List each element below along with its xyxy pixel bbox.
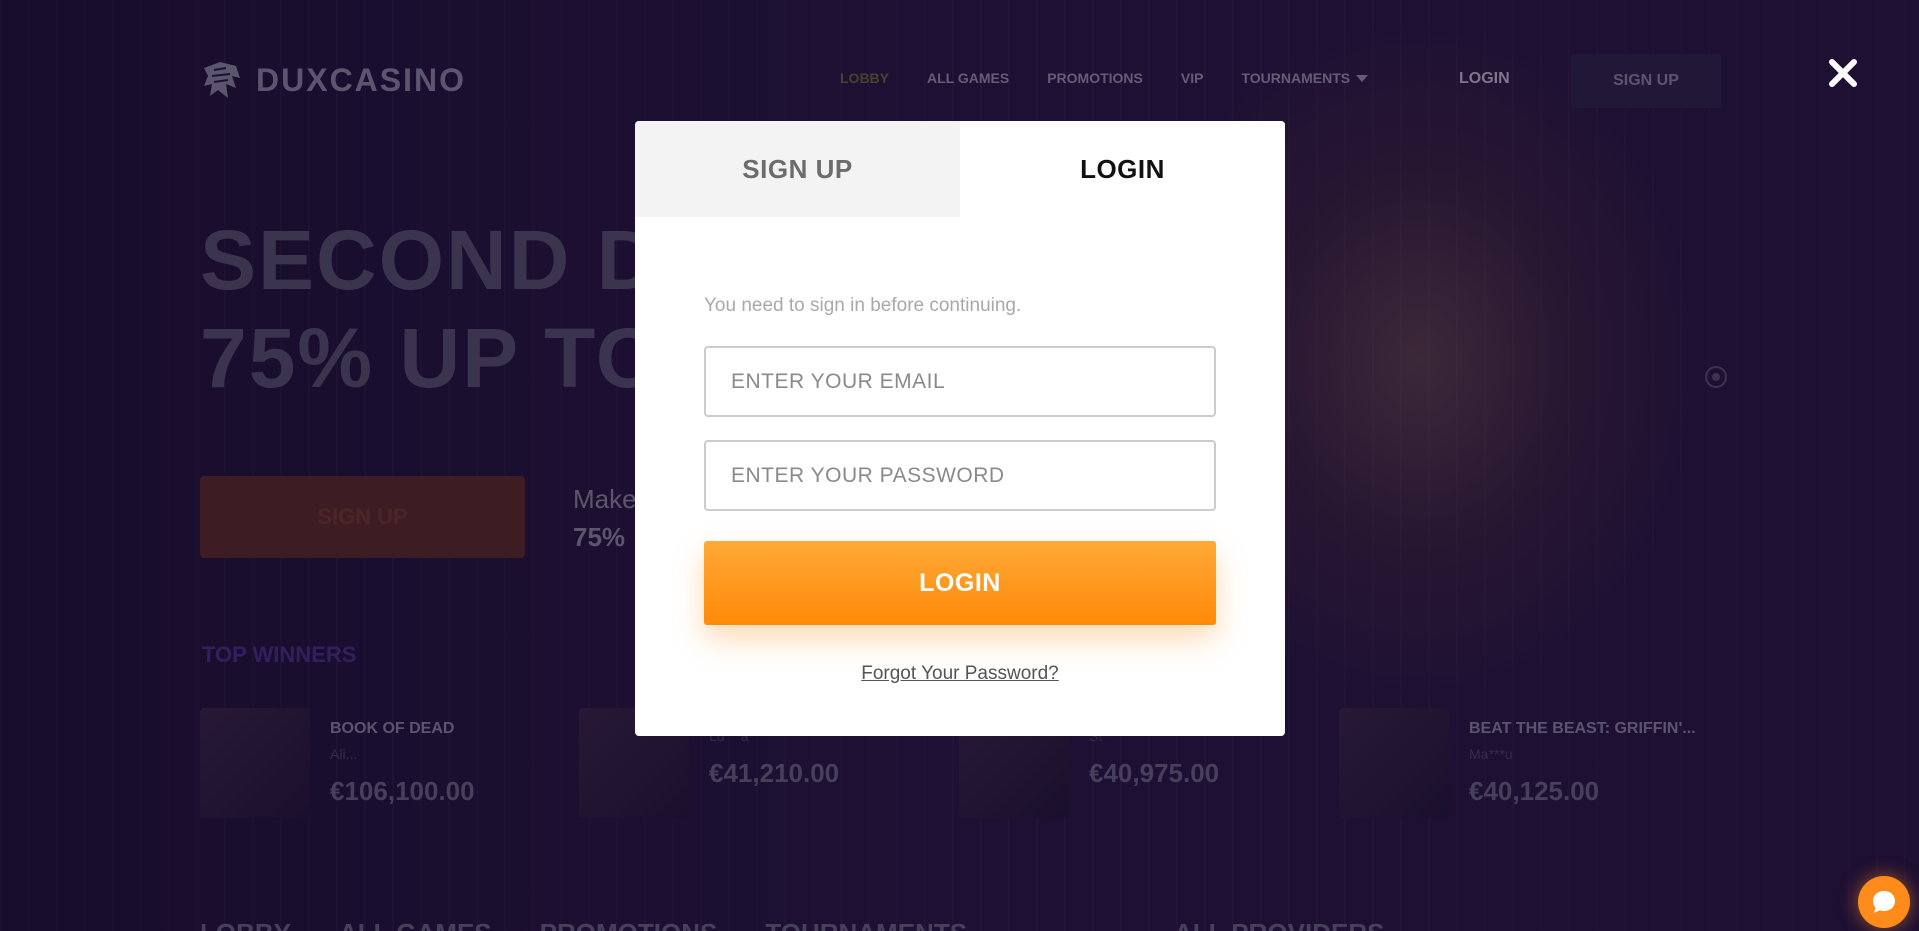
forgot-password-link[interactable]: Forgot Your Password? <box>635 663 1285 685</box>
email-field[interactable] <box>704 346 1216 417</box>
password-field[interactable] <box>704 440 1216 511</box>
close-icon[interactable] <box>1826 56 1860 90</box>
login-modal: SIGN UP LOGIN You need to sign in before… <box>635 121 1285 736</box>
tab-login[interactable]: LOGIN <box>960 121 1285 217</box>
modal-tabs: SIGN UP LOGIN <box>635 121 1285 217</box>
chat-icon <box>1873 891 1895 913</box>
signin-notice: You need to sign in before continuing. <box>704 295 1022 316</box>
tab-signup[interactable]: SIGN UP <box>635 121 960 217</box>
login-button[interactable]: LOGIN <box>704 541 1216 625</box>
chat-button[interactable] <box>1858 876 1910 928</box>
